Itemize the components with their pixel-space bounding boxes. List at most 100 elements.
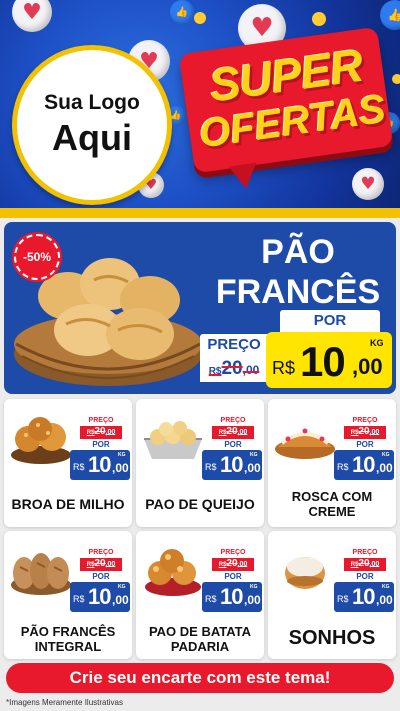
unit-label: KG — [118, 452, 126, 458]
featured-old-value: 20 — [221, 358, 243, 379]
divider-strip — [0, 208, 400, 218]
product-name-line1: PAO DE BATATA — [148, 624, 252, 639]
new-cents: ,00 — [112, 461, 129, 475]
featured-old-cents: ,00 — [242, 363, 260, 377]
create-flyer-button[interactable]: Crie seu encarte com este tema! — [6, 663, 394, 693]
potato-bread-icon — [145, 549, 201, 596]
new-cents: ,00 — [244, 461, 261, 475]
new-value: 10 — [88, 452, 112, 477]
old-value: 20 — [94, 558, 106, 569]
new-price: R$ 10,00 KG — [334, 450, 394, 480]
por-label: POR — [356, 572, 374, 581]
old-value: 20 — [226, 426, 238, 437]
new-price: R$ 10,00 KG — [334, 582, 394, 612]
product-name-line2: PADARIA — [170, 639, 230, 654]
featured-product-name: PÃO FRANCÊS — [200, 232, 396, 312]
product-name-line1: PÃO FRANCÊS — [20, 624, 116, 639]
old-price: R$20,00 — [344, 558, 386, 571]
featured-name-line2: FRANCÊS — [215, 273, 381, 311]
old-cents: ,00 — [105, 429, 116, 436]
old-value: 20 — [358, 558, 370, 569]
por-label: POR — [224, 440, 242, 449]
heart-icon: ♥ — [352, 168, 384, 200]
new-currency: R$ — [337, 462, 349, 472]
new-cents: ,00 — [376, 461, 393, 475]
new-currency: R$ — [73, 462, 85, 472]
old-cents: ,00 — [369, 429, 380, 436]
old-cents: ,00 — [237, 429, 248, 436]
product-card[interactable]: PREÇO R$20,00 POR R$ 10,00 KG ROSCA COM CRE… — [268, 399, 396, 527]
unit-label: KG — [250, 584, 258, 590]
heart-icon: ♥ — [12, 0, 52, 32]
por-label: POR — [356, 440, 374, 449]
featured-new-currency: R$ — [272, 358, 296, 378]
new-currency: R$ — [73, 594, 85, 604]
cheese-bread-icon — [144, 421, 202, 459]
cream-roll-icon — [275, 428, 335, 459]
sonho-donut-icon — [285, 557, 325, 589]
logo-placeholder: Sua Logo Aqui — [12, 45, 172, 205]
por-label: POR — [92, 440, 110, 449]
product-name-line2: INTEGRAL — [34, 639, 102, 654]
featured-old-price: R$20,00 — [200, 356, 268, 382]
preco-label: PREÇO — [220, 417, 246, 424]
cornbread-icon — [11, 417, 71, 464]
old-cents: ,00 — [105, 561, 116, 568]
old-price: R$20,00 — [80, 558, 122, 571]
new-currency: R$ — [337, 594, 349, 604]
old-value: 20 — [226, 558, 238, 569]
new-cents: ,00 — [244, 593, 261, 607]
header-banner: ♥ ♥ ♥ ♥ ♥ 👍 👍 👍 👍 Sua Logo Aqui SUPER OF… — [0, 0, 400, 212]
new-value: 10 — [88, 584, 112, 609]
featured-old-currency: R$ — [208, 366, 222, 377]
product-card[interactable]: PREÇO R$20,00 POR R$ 10,00 KG PAO DE QUEIJ… — [136, 399, 264, 527]
unit-label: KG — [382, 452, 390, 458]
preco-label: PREÇO — [88, 549, 114, 556]
old-cents: ,00 — [237, 561, 248, 568]
old-price: R$20,00 — [80, 426, 122, 439]
like-icon: 👍 — [380, 0, 400, 30]
old-price: R$20,00 — [212, 558, 254, 571]
featured-name-line1: PÃO — [261, 233, 335, 271]
product-name: SONHOS — [270, 626, 394, 650]
new-currency: R$ — [205, 594, 217, 604]
new-price: R$ 10,00 KG — [202, 582, 262, 612]
product-card[interactable]: PREÇO R$20,00 POR R$ 10,00 KG SONHOS — [268, 531, 396, 659]
featured-unit: KG — [370, 338, 384, 348]
new-cents: ,00 — [376, 593, 393, 607]
logo-text-line1: Sua Logo — [44, 91, 140, 114]
unit-label: KG — [250, 452, 258, 458]
like-icon: 👍 — [170, 0, 194, 24]
featured-new-value: 10 — [300, 338, 346, 385]
unit-label: KG — [118, 584, 126, 590]
old-cents: ,00 — [369, 561, 380, 568]
new-value: 10 — [220, 584, 244, 609]
preco-label: PREÇO — [220, 549, 246, 556]
emoji-icon — [194, 12, 206, 24]
featured-new-cents: ,00 — [352, 354, 383, 379]
product-name-line1: ROSCA COM — [291, 489, 373, 504]
new-value: 10 — [352, 452, 376, 477]
new-cents: ,00 — [112, 593, 129, 607]
product-name-line1: PAO DE QUEIJO — [145, 496, 255, 512]
por-label: POR — [92, 572, 110, 581]
new-price: R$ 10,00 KG — [70, 450, 130, 480]
product-name: PÃO FRANCÊS INTEGRAL — [6, 624, 130, 654]
por-label: POR — [224, 572, 242, 581]
product-card[interactable]: PREÇO R$20,00 POR R$ 10,00 KG PÃO FRANCÊS I… — [4, 531, 132, 659]
featured-preco-label: PREÇO — [200, 334, 268, 356]
product-name-line1: SONHOS — [288, 627, 376, 649]
product-card[interactable]: PREÇO R$20,00 POR R$ 10,00 KG PAO DE BATAT… — [136, 531, 264, 659]
preco-label: PREÇO — [88, 417, 114, 424]
preco-label: PREÇO — [352, 417, 378, 424]
new-value: 10 — [352, 584, 376, 609]
old-value: 20 — [358, 426, 370, 437]
old-price: R$20,00 — [212, 426, 254, 439]
product-name-line2: CREME — [308, 504, 356, 519]
old-value: 20 — [94, 426, 106, 437]
new-value: 10 — [220, 452, 244, 477]
preco-label: PREÇO — [352, 549, 378, 556]
product-name-line1: BROA DE MILHO — [11, 496, 125, 512]
product-card[interactable]: PREÇO R$20,00 POR R$ 10,00 KG BROA DE MILH… — [4, 399, 132, 527]
unit-label: KG — [382, 584, 390, 590]
